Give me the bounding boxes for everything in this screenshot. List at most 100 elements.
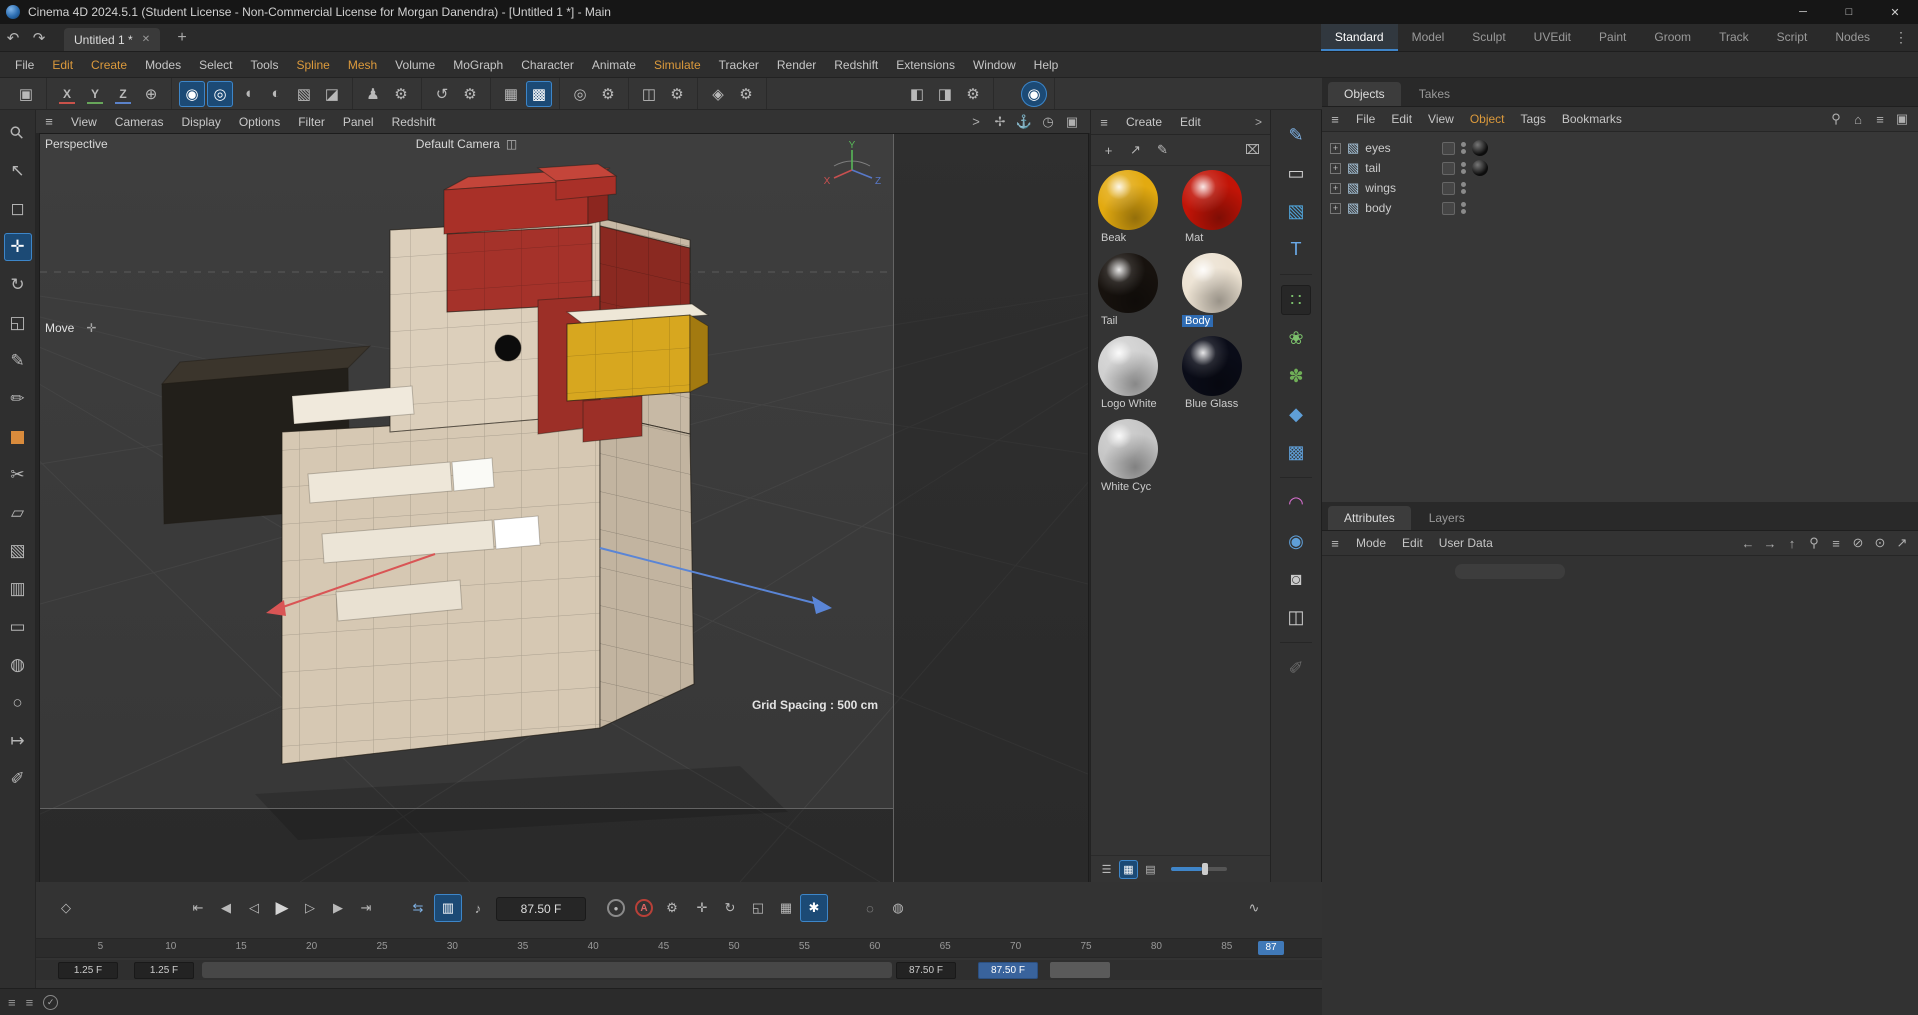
layout-tab-sculpt[interactable]: Sculpt [1458, 24, 1519, 51]
lock-y-axis-button[interactable]: Y [82, 81, 108, 107]
snap-button[interactable]: ▦ [498, 81, 524, 107]
attributes-burger-icon[interactable]: ≡ [1322, 536, 1348, 551]
slider-knob[interactable] [1202, 863, 1208, 875]
layer-dots[interactable] [1461, 142, 1466, 154]
menu-edit[interactable]: Edit [43, 58, 82, 72]
close-button[interactable]: ✕ [1872, 0, 1918, 24]
layout-tab-track[interactable]: Track [1705, 24, 1763, 51]
objects-menu-bookmarks[interactable]: Bookmarks [1554, 112, 1630, 126]
cylinder-primitive-tool[interactable]: ▥ [4, 575, 32, 603]
play-button[interactable]: ▶ [268, 894, 296, 922]
document-tab-close-icon[interactable]: ✕ [142, 34, 150, 45]
grid-view-button[interactable]: ▦ [1119, 860, 1138, 879]
materials-menu-edit[interactable]: Edit [1171, 115, 1210, 129]
popout-icon[interactable]: ↗ [1892, 533, 1912, 553]
visibility-toggle[interactable] [1442, 182, 1455, 195]
undo-icon[interactable]: ↶ [0, 29, 26, 47]
annotate-icon[interactable]: ✐ [1281, 653, 1311, 683]
viewport-burger-icon[interactable]: ≡ [36, 114, 62, 129]
record-point-level-button[interactable]: ✱ [800, 894, 828, 922]
rotate-tool[interactable]: ↻ [4, 271, 32, 299]
viewport-menu-panel[interactable]: Panel [334, 115, 383, 129]
autokey-button[interactable]: A [630, 894, 658, 922]
material-nav-button[interactable]: ↗ [1124, 139, 1147, 162]
menu-window[interactable]: Window [964, 58, 1025, 72]
pan-hand-icon[interactable]: ✢ [990, 112, 1010, 132]
bend-deformer-icon[interactable]: ◠ [1281, 488, 1311, 518]
lock-icon[interactable]: ⊘ [1848, 533, 1868, 553]
loop-mode-button[interactable]: ⇆ [404, 894, 432, 922]
render-view-button[interactable]: ◧ [904, 81, 930, 107]
set-keyframe-button[interactable]: ◇ [52, 894, 80, 922]
menu-help[interactable]: Help [1025, 58, 1068, 72]
menu-tools[interactable]: Tools [241, 58, 287, 72]
minimize-button[interactable]: ─ [1780, 0, 1826, 24]
tab-attributes[interactable]: Attributes [1328, 506, 1411, 530]
camera-label[interactable]: Default Camera◫ [40, 137, 893, 151]
materials-menu-overflow-icon[interactable]: > [1255, 115, 1270, 129]
menu-character[interactable]: Character [512, 58, 583, 72]
menu-modes[interactable]: Modes [136, 58, 190, 72]
layout-tab-paint[interactable]: Paint [1585, 24, 1640, 51]
text-object-icon[interactable]: T [1281, 234, 1311, 264]
tab-overflow-icon[interactable]: ⋮ [1884, 29, 1918, 46]
next-key-button[interactable]: ▶ [324, 894, 352, 922]
rectangle-spline-icon[interactable]: ▭ [1281, 158, 1311, 188]
camera-object-icon[interactable]: ◙ [1281, 564, 1311, 594]
layout-menu-icon[interactable]: ≡ [8, 995, 16, 1010]
viewport-menu-filter[interactable]: Filter [289, 115, 334, 129]
add-tab-button[interactable]: + [172, 29, 192, 47]
next-frame-button[interactable]: ▷ [296, 894, 324, 922]
spline-smooth-button[interactable]: ◎ [207, 81, 233, 107]
layout-tab-groom[interactable]: Groom [1640, 24, 1705, 51]
material-white-cyc[interactable]: White Cyc [1095, 419, 1179, 502]
edit-material-button[interactable]: ✎ [1151, 139, 1174, 162]
menu-redshift[interactable]: Redshift [825, 58, 887, 72]
menu-file[interactable]: File [6, 58, 43, 72]
viewport-menu-cameras[interactable]: Cameras [106, 115, 173, 129]
attributes-menu-mode[interactable]: Mode [1348, 536, 1394, 550]
solo-off-button[interactable]: ◌ [856, 894, 884, 922]
menu-spline[interactable]: Spline [287, 58, 338, 72]
search-icon[interactable]: ⚲ [1826, 109, 1846, 129]
layer-dots[interactable] [1461, 182, 1466, 194]
back-icon[interactable]: ← [1738, 533, 1758, 553]
attributes-menu-edit[interactable]: Edit [1394, 536, 1431, 550]
filter-icon[interactable]: ≡ [1826, 533, 1846, 553]
material-tag-icon[interactable] [1472, 140, 1488, 156]
material-body[interactable]: Body [1179, 253, 1263, 336]
objects-menu-view[interactable]: View [1420, 112, 1462, 126]
home-icon[interactable]: ⌂ [1848, 109, 1868, 129]
expand-icon[interactable]: + [1330, 203, 1341, 214]
extrude-button[interactable]: ◪ [319, 81, 345, 107]
tile-view-button[interactable]: ▤ [1141, 860, 1160, 879]
previous-frame-button[interactable]: ◁ [240, 894, 268, 922]
character-settings-button[interactable]: ⚙ [388, 81, 414, 107]
current-frame-marker[interactable]: 87 [1258, 941, 1284, 955]
render-settings-button[interactable]: ⚙ [960, 81, 986, 107]
stage-object-icon[interactable]: ◫ [1281, 602, 1311, 632]
layout-quad-icon[interactable]: ▣ [1062, 112, 1082, 132]
materials-zoom-slider[interactable] [1171, 867, 1227, 871]
pin-icon[interactable]: ⊙ [1870, 533, 1890, 553]
axis-handle-tool[interactable]: ↦ [4, 727, 32, 755]
range-end-field-1[interactable]: 87.50 F [978, 962, 1038, 979]
polygon-pen-tool[interactable]: ▱ [4, 499, 32, 527]
scale-tool[interactable]: ◱ [4, 309, 32, 337]
mirror-settings-button[interactable]: ⚙ [664, 81, 690, 107]
camera-toggle-icon[interactable]: ◫ [506, 137, 517, 151]
attributes-menu-user-data[interactable]: User Data [1431, 536, 1501, 550]
visibility-toggle[interactable] [1442, 202, 1455, 215]
record-parameter-button[interactable]: ▦ [772, 894, 800, 922]
volume-builder-icon[interactable]: ◆ [1281, 399, 1311, 429]
record-button[interactable]: ● [602, 894, 630, 922]
frame-selected-button[interactable]: ▣ [13, 81, 39, 107]
viewport-canvas[interactable]: Perspective Default Camera◫ Move ✛ Grid … [40, 134, 1088, 882]
up-icon[interactable]: ↑ [1782, 533, 1802, 553]
record-rotation-button[interactable]: ↻ [716, 894, 744, 922]
rectangle-selection-tool[interactable]: ◻ [4, 195, 32, 223]
keyframe-settings-button[interactable]: ⚙ [658, 894, 686, 922]
solo-single-button[interactable]: ◍ [884, 894, 912, 922]
voxel-chicken-model[interactable] [162, 164, 708, 764]
dot-tool[interactable]: ◍ [4, 651, 32, 679]
